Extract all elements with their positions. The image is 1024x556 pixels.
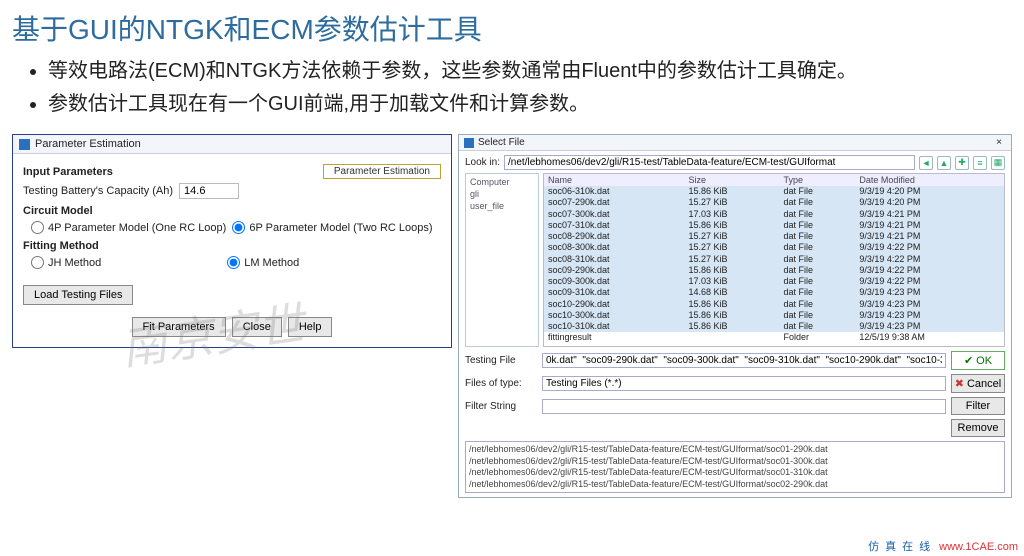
table-row[interactable]: soc09-290k.dat15.86 KiBdat File9/3/19 4:… xyxy=(544,265,1004,276)
new-folder-icon[interactable]: ✚ xyxy=(955,156,969,170)
check-icon: ✔ xyxy=(964,354,973,367)
table-row[interactable]: soc07-300k.dat17.03 KiBdat File9/3/19 4:… xyxy=(544,209,1004,220)
dialog-title: Parameter Estimation xyxy=(35,138,141,150)
load-testing-files-button[interactable]: Load Testing Files xyxy=(23,285,133,305)
app-icon xyxy=(19,139,30,150)
list-view-icon[interactable]: ≡ xyxy=(973,156,987,170)
filter-string-label: Filter String xyxy=(465,401,537,412)
list-item[interactable]: /net/lebhomes06/dev2/gli/R15-test/TableD… xyxy=(469,491,1001,493)
col-type[interactable]: Type xyxy=(780,174,856,186)
table-row[interactable]: soc08-300k.dat15.27 KiBdat File9/3/19 4:… xyxy=(544,242,1004,253)
sidebar-folder[interactable]: gli xyxy=(468,188,536,200)
radio-lm[interactable]: LM Method xyxy=(227,256,299,269)
sidebar-folder[interactable]: user_file xyxy=(468,200,536,212)
sidebar-computer[interactable]: Computer xyxy=(468,176,536,188)
sidebar-places: Computer gli user_file xyxy=(465,173,539,347)
up-icon[interactable]: ▲ xyxy=(937,156,951,170)
col-name[interactable]: Name xyxy=(544,174,685,186)
parameter-estimation-button[interactable]: Parameter Estimation xyxy=(323,164,441,179)
bullet-item: 参数估计工具现在有一个GUI前端,用于加载文件和计算参数。 xyxy=(48,91,994,118)
fit-parameters-button[interactable]: Fit Parameters xyxy=(132,317,226,337)
table-row[interactable]: soc06-310k.dat15.86 KiBdat File9/3/19 4:… xyxy=(544,186,1004,197)
testing-file-label: Testing File xyxy=(465,355,537,366)
table-row[interactable]: soc08-310k.dat15.27 KiBdat File9/3/19 4:… xyxy=(544,254,1004,265)
file-dialog-titlebar[interactable]: Select File × xyxy=(459,135,1011,151)
list-item[interactable]: /net/lebhomes06/dev2/gli/R15-test/TableD… xyxy=(469,456,1001,468)
lookin-path-input[interactable] xyxy=(504,155,915,170)
capacity-input[interactable] xyxy=(179,183,239,199)
capacity-label: Testing Battery's Capacity (Ah) xyxy=(23,185,173,197)
app-icon xyxy=(464,138,474,148)
bullet-item: 等效电路法(ECM)和NTGK方法依赖于参数，这些参数通常由Fluent中的参数… xyxy=(48,58,994,85)
table-row[interactable]: soc08-290k.dat15.27 KiBdat File9/3/19 4:… xyxy=(544,231,1004,242)
file-dialog-title: Select File xyxy=(478,137,525,148)
testing-file-input[interactable] xyxy=(542,353,946,368)
table-row[interactable]: soc09-310k.dat14.68 KiBdat File9/3/19 4:… xyxy=(544,287,1004,298)
x-icon: ✖ xyxy=(955,377,964,390)
dialog-titlebar[interactable]: Parameter Estimation xyxy=(13,135,451,154)
parameter-estimation-dialog: Parameter Estimation Input Parameters Pa… xyxy=(12,134,452,348)
table-row[interactable]: soc10-300k.dat15.86 KiBdat File9/3/19 4:… xyxy=(544,310,1004,321)
radio-jh[interactable]: JH Method xyxy=(31,256,101,269)
select-file-dialog: Select File × Look in: ◄ ▲ ✚ ≡ ▦ Compute… xyxy=(458,134,1012,498)
files-type-select[interactable] xyxy=(542,376,946,391)
slide-title: 基于GUI的NTGK和ECM参数估计工具 xyxy=(0,0,1024,52)
cancel-button[interactable]: ✖Cancel xyxy=(951,374,1005,393)
ok-button[interactable]: ✔OK xyxy=(951,351,1005,370)
input-parameters-header: Input Parameters xyxy=(23,166,113,178)
filter-button[interactable]: Filter xyxy=(951,397,1005,415)
table-row[interactable]: fittingresultFolder12/5/19 9:38 AM xyxy=(544,332,1004,343)
radio-4p[interactable]: 4P Parameter Model (One RC Loop) xyxy=(31,221,226,234)
fitting-method-header: Fitting Method xyxy=(23,240,441,252)
detail-view-icon[interactable]: ▦ xyxy=(991,156,1005,170)
close-button[interactable]: Close xyxy=(232,317,282,337)
slide-bullets: 等效电路法(ECM)和NTGK方法依赖于参数，这些参数通常由Fluent中的参数… xyxy=(0,52,1024,134)
radio-6p[interactable]: 6P Parameter Model (Two RC Loops) xyxy=(232,221,432,234)
help-button[interactable]: Help xyxy=(288,317,333,337)
close-icon[interactable]: × xyxy=(992,137,1006,148)
circuit-model-header: Circuit Model xyxy=(23,205,441,217)
list-item[interactable]: /net/lebhomes06/dev2/gli/R15-test/TableD… xyxy=(469,467,1001,479)
table-row[interactable]: soc10-290k.dat15.86 KiBdat File9/3/19 4:… xyxy=(544,299,1004,310)
col-date[interactable]: Date Modified xyxy=(855,174,1004,186)
footer: 仿真在线 www.1CAE.com xyxy=(868,538,1018,554)
table-row[interactable]: soc07-310k.dat15.86 KiBdat File9/3/19 4:… xyxy=(544,220,1004,231)
list-item[interactable]: /net/lebhomes06/dev2/gli/R15-test/TableD… xyxy=(469,444,1001,456)
footer-url: www.1CAE.com xyxy=(939,541,1018,553)
back-icon[interactable]: ◄ xyxy=(919,156,933,170)
table-row[interactable]: soc09-300k.dat17.03 KiBdat File9/3/19 4:… xyxy=(544,276,1004,287)
table-row[interactable]: soc07-290k.dat15.27 KiBdat File9/3/19 4:… xyxy=(544,197,1004,208)
lookin-label: Look in: xyxy=(465,157,500,168)
table-row[interactable]: soc10-310k.dat15.86 KiBdat File9/3/19 4:… xyxy=(544,321,1004,332)
filter-string-input[interactable] xyxy=(542,399,946,414)
col-size[interactable]: Size xyxy=(685,174,780,186)
file-list[interactable]: Name Size Type Date Modified soc06-310k.… xyxy=(543,173,1005,347)
selected-files-list[interactable]: /net/lebhomes06/dev2/gli/R15-test/TableD… xyxy=(465,441,1005,493)
list-item[interactable]: /net/lebhomes06/dev2/gli/R15-test/TableD… xyxy=(469,479,1001,491)
footer-brand: 仿真在线 xyxy=(868,541,936,553)
remove-button[interactable]: Remove xyxy=(951,419,1005,437)
files-type-label: Files of type: xyxy=(465,378,537,389)
